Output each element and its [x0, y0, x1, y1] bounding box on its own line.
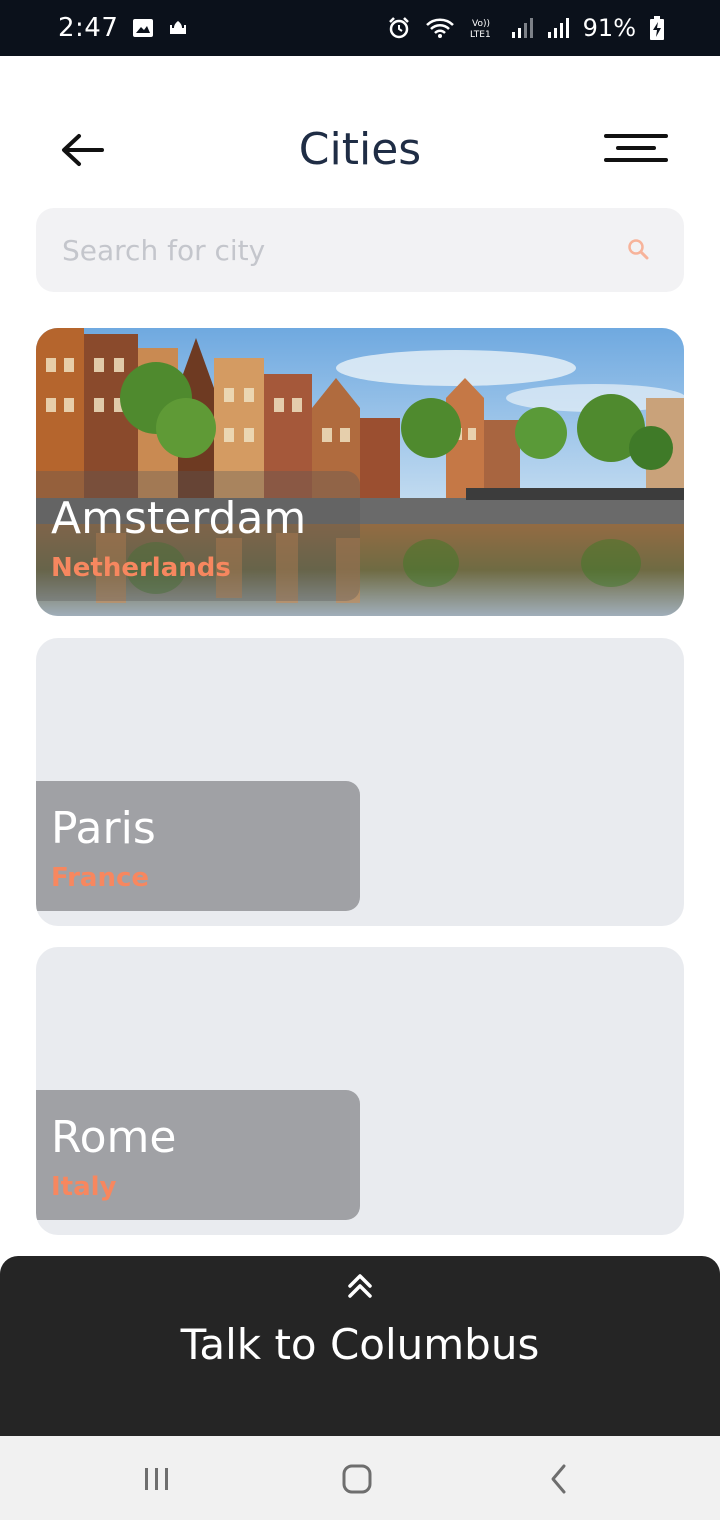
city-label-panel: Paris France [36, 781, 360, 911]
system-nav-bar [0, 1436, 720, 1520]
back-icon[interactable] [540, 1462, 580, 1496]
battery-percent: 91% [582, 14, 636, 42]
alarm-icon [387, 16, 411, 40]
city-name: Rome [51, 1112, 177, 1163]
home-icon[interactable] [338, 1462, 378, 1496]
city-label-panel: Rome Italy [36, 1090, 360, 1220]
status-right: Vo)) LTE1 91% [387, 14, 664, 42]
battery-charging-icon [650, 16, 664, 40]
city-country: France [51, 863, 150, 893]
svg-text:LTE1: LTE1 [470, 30, 491, 40]
app-header: Cities [0, 104, 720, 196]
status-left: 2:47 [58, 13, 188, 43]
city-country: Italy [51, 1172, 117, 1202]
city-label-panel: Amsterdam Netherlands [36, 471, 360, 601]
city-name: Paris [51, 803, 156, 854]
status-time: 2:47 [58, 13, 119, 43]
city-card-rome[interactable]: Rome Italy [36, 947, 684, 1235]
status-bar: 2:47 Vo)) LTE1 91% [0, 0, 720, 56]
double-chevron-up-icon [345, 1272, 375, 1300]
signal-icon [547, 17, 569, 39]
recents-icon[interactable] [137, 1462, 177, 1496]
city-card-paris[interactable]: Paris France [36, 638, 684, 926]
city-country: Netherlands [51, 553, 231, 583]
wifi-icon [425, 17, 455, 39]
image-icon [132, 18, 154, 38]
menu-icon [604, 134, 668, 162]
volte-icon: Vo)) LTE1 [469, 16, 497, 40]
talk-label: Talk to Columbus [180, 1320, 540, 1369]
talk-to-columbus-button[interactable]: Talk to Columbus [0, 1256, 720, 1436]
mosque-icon [168, 18, 188, 38]
search-icon[interactable] [626, 237, 652, 263]
signal-icon [511, 17, 533, 39]
svg-text:Vo)): Vo)) [472, 19, 490, 29]
search-box [36, 208, 684, 292]
search-input[interactable] [62, 233, 626, 267]
city-name: Amsterdam [51, 493, 307, 544]
menu-button[interactable] [600, 130, 672, 170]
city-card-amsterdam[interactable]: Amsterdam Netherlands [36, 328, 684, 616]
